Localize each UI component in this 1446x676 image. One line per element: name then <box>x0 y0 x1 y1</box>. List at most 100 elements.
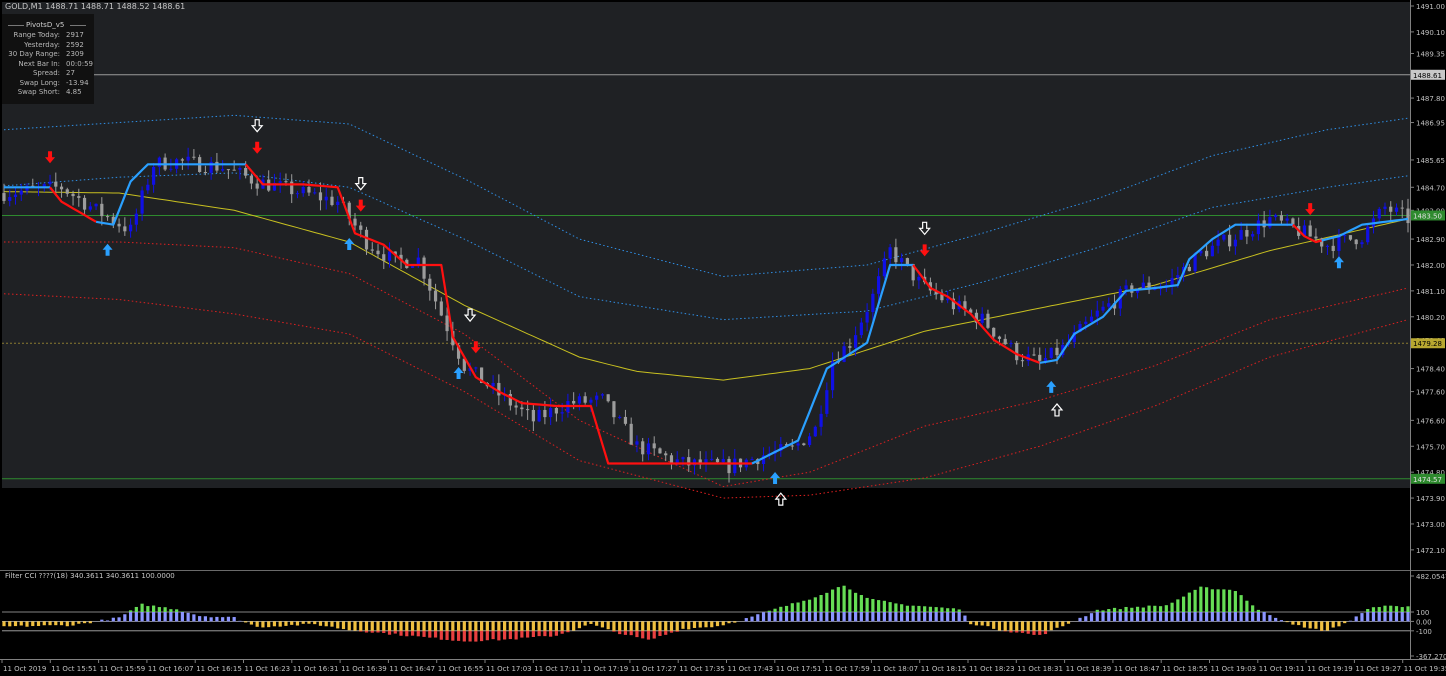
cci-bar-blue <box>128 611 133 622</box>
cci-bar-green <box>1205 587 1209 612</box>
candle-body <box>1055 347 1059 356</box>
cci-bar-blue <box>1348 620 1353 622</box>
cci-bar-blue <box>836 611 840 622</box>
candle-body <box>128 224 133 232</box>
candle-body <box>1043 357 1048 361</box>
candle-body <box>710 458 714 460</box>
pivots-row-value: 27 <box>66 69 75 77</box>
cci-bar-yellow <box>658 621 662 631</box>
candle-body <box>180 159 184 161</box>
candle-body <box>1308 225 1312 237</box>
time-tick-label: 11 Oct 16:39 <box>341 665 387 673</box>
cci-bar-red <box>1003 630 1007 632</box>
cci-bar-yellow <box>59 621 64 626</box>
cci-bar-yellow <box>468 621 472 631</box>
candle-body <box>1228 234 1232 247</box>
candle-body <box>514 405 518 408</box>
cci-bar-blue <box>1210 611 1214 622</box>
cci-bar-yellow <box>71 621 75 626</box>
candle-body <box>364 229 369 250</box>
candle-body <box>433 290 438 302</box>
symbol-name: GOLD,M1 <box>5 2 43 11</box>
cci-bar-blue <box>1245 611 1249 622</box>
cci-bar-yellow <box>1325 621 1330 631</box>
candle-body <box>1239 230 1243 240</box>
price-label: 1488.61 <box>1413 72 1442 80</box>
cci-bar-blue <box>1366 611 1370 622</box>
candle-body <box>8 197 12 201</box>
candle-body <box>946 298 950 301</box>
cci-bar-blue <box>807 611 812 622</box>
cci-bar-blue <box>1262 611 1266 622</box>
candle-body <box>658 448 662 454</box>
cci-bar-blue <box>1389 611 1393 622</box>
cci-bar-yellow <box>1066 621 1071 624</box>
time-tick-label: 11 Oct 19:11 <box>1259 665 1305 673</box>
cci-bar-blue <box>761 612 766 622</box>
cci-bar-red <box>393 630 397 634</box>
time-tick-label: 11 Oct 19:27 <box>1355 665 1401 673</box>
cci-bar-green <box>917 605 921 612</box>
candle-body <box>652 443 656 449</box>
candle-body <box>71 193 75 197</box>
cci-bar-red <box>641 630 645 639</box>
candle-body <box>997 336 1002 339</box>
cci-bar-red <box>439 630 443 640</box>
candle-body <box>1170 277 1174 286</box>
cci-bar-green <box>767 610 771 612</box>
candle-body <box>13 194 18 198</box>
candle-body <box>370 249 374 251</box>
cci-bar-blue <box>1394 611 1399 622</box>
cci-bar-red <box>1032 630 1036 635</box>
cci-bar-blue <box>1135 611 1140 622</box>
candle-body <box>992 327 996 337</box>
candle-body <box>646 443 651 455</box>
cci-bar-blue <box>1256 611 1260 622</box>
cci-bar-yellow <box>8 621 12 627</box>
candle-body <box>526 409 530 411</box>
time-tick-label: 11 Oct 17:43 <box>728 665 774 673</box>
cci-bar-green <box>1394 606 1399 612</box>
candle-body <box>215 161 219 171</box>
cci-bar-green <box>1251 605 1255 612</box>
cci-bar-green <box>1170 602 1174 612</box>
cci-bar-blue <box>1170 611 1174 622</box>
cci-bar-red <box>387 630 392 635</box>
time-tick-label: 11 Oct 15:59 <box>100 665 146 673</box>
cci-bar-green <box>888 602 892 612</box>
candle-body <box>1233 239 1237 247</box>
cci-bar-yellow <box>54 621 58 626</box>
candle-body <box>865 312 869 323</box>
cci-bar-red <box>560 630 564 634</box>
price-tick-label: 1485.65 <box>1416 157 1445 165</box>
cci-bar-yellow <box>1055 621 1059 628</box>
cci-bar-yellow <box>387 621 392 631</box>
cci-bar-red <box>462 630 466 642</box>
price-tick-label: 1486.95 <box>1416 120 1445 128</box>
cci-bar-blue <box>1199 611 1203 622</box>
candle-body <box>169 168 173 170</box>
price-tick-label: 1478.40 <box>1416 366 1445 374</box>
cci-bar-yellow <box>36 621 41 626</box>
candle-body <box>152 166 156 185</box>
cci-bar-blue <box>117 617 121 622</box>
cci-bar-yellow <box>295 621 300 626</box>
candle-body <box>249 175 254 184</box>
candle-body <box>1216 239 1220 246</box>
cci-bar-blue <box>1118 611 1122 622</box>
cci-bar-yellow <box>629 621 633 631</box>
candle-body <box>1366 226 1370 243</box>
cci-bar-yellow <box>583 621 587 626</box>
chart-canvas[interactable]: 1491.00 1490.10 1489.35 1487.80 1486.95 1485.… <box>0 0 1446 676</box>
cci-tick-label: 100 <box>1416 609 1429 617</box>
panel-title-rule <box>8 25 24 26</box>
cci-bar-blue <box>1141 611 1145 622</box>
candle-body <box>278 181 282 183</box>
cci-bar-red <box>428 630 432 638</box>
cci-bar-green <box>1181 596 1186 612</box>
cci-bar-yellow <box>301 621 305 624</box>
candle-body <box>77 196 81 198</box>
cci-bar-red <box>497 630 501 641</box>
candle-body <box>244 168 248 176</box>
cci-bar-yellow <box>641 621 645 631</box>
